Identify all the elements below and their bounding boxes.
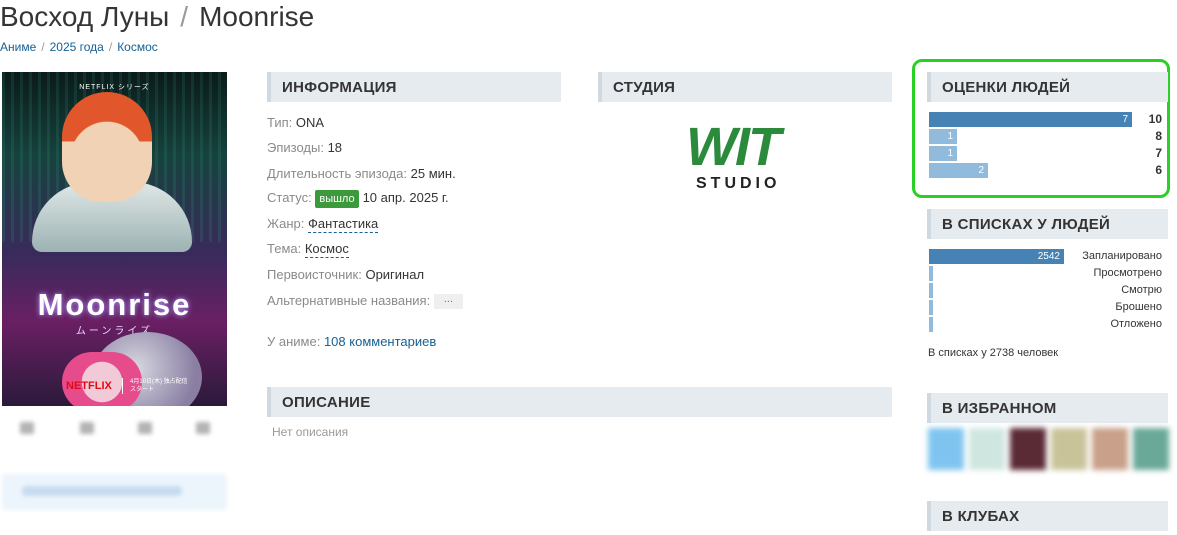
info-type: Тип: ONA [267,115,324,131]
list-row: Смотрю [929,283,1164,298]
action-icon[interactable] [20,422,34,434]
info-label: Альтернативные названия: [267,293,431,308]
alt-names-expand-button[interactable]: ... [433,294,463,310]
list-label: Брошено [1115,301,1162,313]
info-label: Первоисточник: [267,267,362,282]
poster-brand: NETFLIX [66,380,112,392]
action-icon[interactable] [80,422,94,434]
info-label: Тема: [267,241,302,256]
info-duration: Длительность эпизода: 25 мин. [267,166,456,182]
description-heading: ОПИСАНИЕ [267,387,892,417]
info-value: ONA [295,115,325,130]
info-heading: ИНФОРМАЦИЯ [267,72,561,102]
lists-total: В списках у 2738 человек [928,347,1059,359]
favourite-user-avatar[interactable] [1051,428,1087,470]
favourites-heading: В ИЗБРАННОМ [927,393,1168,423]
comments-label: У аниме: [267,334,321,349]
favourite-user-avatar[interactable] [1133,428,1169,470]
info-value: Оригинал [365,267,425,282]
clubs-heading: В КЛУБАХ [927,501,1168,531]
comments-link[interactable]: 108 комментариев [324,334,436,349]
studio-logo[interactable]: WIT STUDIO [686,118,812,198]
lists-heading: В СПИСКАХ У ЛЮДЕЙ [927,209,1168,239]
breadcrumb: Аниме / 2025 года / Космос [0,40,158,54]
info-label: Тип: [267,115,293,130]
poster-actions [2,418,227,438]
breadcrumb-anime[interactable]: Аниме [0,40,36,54]
info-theme: Тема: Космос [267,241,349,258]
info-value: 10 апр. 2025 г. [362,190,449,205]
breadcrumb-year[interactable]: 2025 года [50,40,104,54]
add-to-list-button[interactable] [2,474,227,510]
rating-row: 18 [929,129,1164,144]
list-row: Отложено [929,317,1164,332]
rating-score: 6 [1155,163,1162,177]
breadcrumb-theme[interactable]: Космос [117,40,158,54]
list-row: Брошено [929,300,1164,315]
rating-bar: 7 [929,112,1132,127]
breadcrumb-separator: / [41,40,45,54]
rating-score: 10 [1148,112,1162,126]
rating-score: 8 [1155,129,1162,143]
favourite-user-avatar[interactable] [969,428,1005,470]
poster-logo: Moonrise [37,287,192,322]
info-alt-names: Альтернативные названия: ... [267,293,463,310]
rating-row: 7 10 [929,112,1164,127]
rating-bar: 1 [929,129,957,144]
list-label: Отложено [1110,318,1162,330]
info-source: Первоисточник: Оригинал [267,267,424,283]
info-genre: Жанр: Фантастика [267,216,379,233]
studio-logo-sub: STUDIO [696,175,781,192]
list-label: Смотрю [1121,284,1162,296]
list-bar [929,283,933,298]
rating-row: 17 [929,146,1164,161]
genre-link[interactable]: Фантастика [308,216,379,233]
page-title: Восход Луны / Moonrise [0,0,314,34]
status-badge: вышло [315,190,359,208]
info-label: Длительность эпизода: [267,166,407,181]
title-russian: Восход Луны [0,1,170,32]
studio-heading: СТУДИЯ [598,72,892,102]
poster-logo-sub: ムーンライズ [75,326,154,337]
favourite-user-avatar[interactable] [1092,428,1128,470]
list-row: Просмотрено [929,266,1164,281]
info-label: Жанр: [267,216,305,231]
breadcrumb-separator: / [108,40,113,54]
button-label-blurred [22,486,182,496]
description-text: Нет описания [272,425,349,439]
theme-link[interactable]: Космос [304,241,349,258]
list-label: Просмотрено [1093,267,1162,279]
info-value: 18 [327,140,343,155]
action-icon[interactable] [138,422,152,434]
favourite-user-avatar[interactable] [1010,428,1046,470]
list-row: 2542 Запланировано [929,249,1164,264]
action-icon[interactable] [196,422,210,434]
info-episodes: Эпизоды: 18 [267,140,342,156]
title-separator: / [180,1,189,32]
rating-bar: 2 [929,163,988,178]
info-label: Эпизоды: [267,140,324,155]
list-bar: 2542 [929,249,1064,264]
poster-image[interactable]: NETFLIX シリーズ Moonrise ムーンライズ NETFLIX 4月1… [2,72,227,406]
info-comments: У аниме: 108 комментариев [267,334,436,350]
info-status: Статус: вышло 10 апр. 2025 г. [267,190,449,208]
rating-score: 7 [1155,146,1162,160]
rating-row: 26 [929,163,1164,178]
ratings-heading: ОЦЕНКИ ЛЮДЕЙ [927,72,1168,102]
poster-top-text: NETFLIX シリーズ [79,84,150,91]
poster-divider [122,378,123,394]
list-bar [929,266,933,281]
poster-date: 4月10日(木) 独占配信スタート [130,379,188,393]
title-english: Moonrise [199,1,315,32]
info-value: 25 мин. [410,166,456,181]
rating-bar: 1 [929,146,957,161]
list-bar [929,317,933,332]
studio-logo-main: WIT [686,117,781,177]
info-label: Статус: [267,190,312,205]
list-label: Запланировано [1082,250,1162,262]
poster-character-head [62,92,152,202]
favourite-user-avatar[interactable] [928,428,964,470]
list-bar [929,300,933,315]
